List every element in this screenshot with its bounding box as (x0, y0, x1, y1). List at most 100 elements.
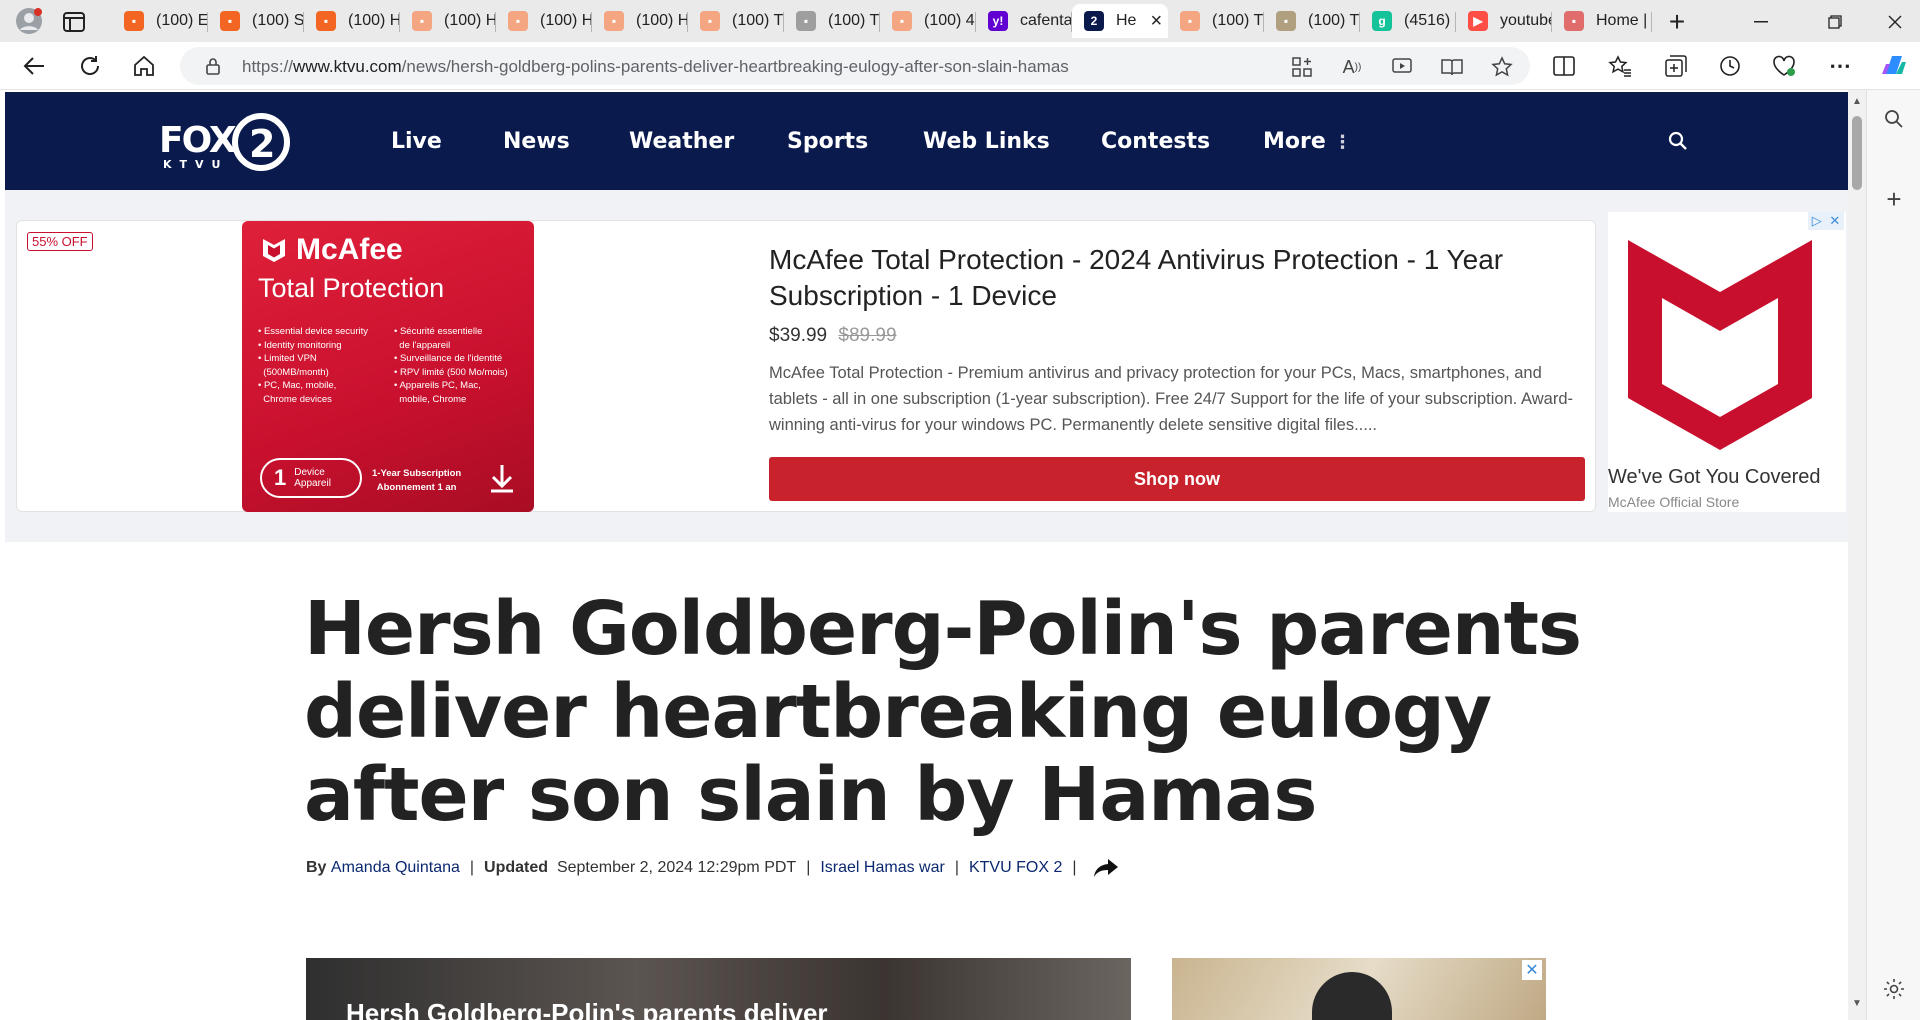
nav-more[interactable]: More ⋮ (1263, 129, 1351, 154)
settings-more-icon[interactable]: ⋯ (1826, 52, 1854, 80)
tab-label: (100) Th (828, 12, 880, 29)
refresh-icon[interactable] (74, 50, 106, 82)
browser-tab[interactable]: ▪ Home | (1552, 4, 1652, 38)
discount-badge: 55% OFF (27, 232, 93, 251)
new-tab-icon[interactable]: + (1662, 6, 1692, 37)
browser-tab[interactable]: ▪ (100) Th (1168, 4, 1264, 38)
browser-tab[interactable]: ▪ (100) Su (208, 4, 304, 38)
video-translate-icon[interactable] (1390, 55, 1414, 79)
ad-price-row: $39.99 $89.99 (769, 325, 897, 347)
edge-sidebar: + (1866, 90, 1920, 1020)
split-screen-icon[interactable] (1550, 52, 1578, 80)
scroll-up-arrow-icon[interactable]: ▲ (1850, 94, 1864, 108)
sidebar-settings-gear-icon[interactable] (1879, 974, 1909, 1004)
fox2-ktvu-logo[interactable]: FOX 2 KTVU (155, 112, 295, 172)
browser-tab[interactable]: ▪ (100) Ho (304, 4, 400, 38)
browser-tab[interactable]: ▪ (100) Th (784, 4, 880, 38)
collections-icon[interactable] (1662, 52, 1690, 80)
tab-label: (100) Th (1308, 12, 1360, 29)
browser-tab[interactable]: ▪ (100) Ho (496, 4, 592, 38)
back-icon[interactable] (18, 50, 50, 82)
browser-tab[interactable]: ▶ youtube (1456, 4, 1552, 38)
ad-product-title[interactable]: McAfee Total Protection - 2024 Antivirus… (769, 242, 1589, 314)
site-search-icon[interactable] (1665, 128, 1691, 154)
features-en: • Essential device security • Identity m… (258, 326, 368, 405)
browser-tab[interactable]: y! cafentar (976, 4, 1072, 38)
browser-tab[interactable]: ▪ (100) Th (688, 4, 784, 38)
tab-label: (100) Ho (444, 12, 496, 29)
browser-tab[interactable]: ▪ (100) Ed (112, 4, 208, 38)
minimize-icon[interactable] (1746, 8, 1776, 36)
read-aloud-icon[interactable]: A)) (1340, 55, 1364, 79)
tab-favicon-icon: ▪ (1276, 11, 1296, 31)
sidebar-ad-image[interactable]: ✕ (1172, 958, 1546, 1020)
tab-separator (1651, 12, 1652, 32)
nav-web-links[interactable]: Web Links (923, 129, 1050, 154)
scroll-down-arrow-icon[interactable]: ▼ (1850, 996, 1864, 1010)
history-icon[interactable] (1716, 52, 1744, 80)
nav-contests[interactable]: Contests (1101, 129, 1210, 154)
byline-divider: | (469, 859, 475, 876)
site-info-lock-icon[interactable] (202, 55, 224, 77)
tab-favicon-icon: ▶ (1468, 11, 1488, 31)
browser-tab[interactable]: ▪ (100) Th (1264, 4, 1360, 38)
nav-weather[interactable]: Weather (629, 129, 734, 154)
svg-text:2: 2 (249, 122, 275, 166)
tab-favicon-icon: ▪ (220, 11, 240, 31)
browser-tab[interactable]: ▪ (100) Ho (592, 4, 688, 38)
article-video-player[interactable]: Hersh Goldberg-Polin's parents deliver (306, 958, 1131, 1020)
subscription-label: 1-Year Subscription Abonnement 1 an (372, 468, 462, 493)
tab-active[interactable]: 2 He × (1072, 4, 1168, 38)
author-link[interactable]: Amanda Quintana (331, 859, 460, 877)
mcafee-product-box-image[interactable]: McAfee Total Protection • Essential devi… (242, 221, 534, 512)
tab-favicon-icon: ▪ (892, 11, 912, 31)
page-scrollbar[interactable] (1848, 90, 1866, 1020)
home-icon[interactable] (128, 50, 160, 82)
tab-label: Home | (1596, 12, 1648, 29)
address-bar[interactable]: https://www.ktvu.com/news/hersh-goldberg… (180, 47, 1530, 85)
tab-favicon-icon: y! (988, 11, 1008, 31)
tab-label: (100) 42 (924, 12, 976, 29)
tab-favicon-icon: ▪ (1180, 11, 1200, 31)
browser-tab[interactable]: ▪ (100) Ho (400, 4, 496, 38)
tab-close-icon[interactable]: × (1150, 11, 1162, 31)
nav-sports[interactable]: Sports (787, 129, 868, 154)
tab-favicon-icon: ▪ (316, 11, 336, 31)
app-available-icon[interactable] (1290, 55, 1314, 79)
tab-label: (100) Ho (636, 12, 688, 29)
sidebar-ad-close-icon[interactable]: ✕ (1522, 960, 1542, 980)
sidebar-add-icon[interactable]: + (1879, 184, 1909, 214)
browser-tab[interactable]: ▪ (100) 42 (880, 4, 976, 38)
profile-avatar-icon[interactable] (14, 6, 44, 36)
more-dots-icon: ⋮ (1333, 132, 1352, 153)
shop-now-button[interactable]: Shop now (769, 457, 1585, 501)
restore-icon[interactable] (1820, 8, 1850, 36)
tab-favicon-icon: ▪ (796, 11, 816, 31)
ad-close-icon[interactable]: ✕ (1829, 213, 1840, 229)
close-window-icon[interactable] (1880, 8, 1910, 36)
url-text: https://www.ktvu.com/news/hersh-goldberg… (242, 57, 1069, 76)
tab-actions-icon[interactable] (60, 8, 88, 36)
scrollbar-thumb[interactable] (1852, 116, 1862, 190)
favorites-icon[interactable] (1606, 52, 1634, 80)
sidebar-search-icon[interactable] (1879, 104, 1909, 134)
nav-live[interactable]: Live (391, 129, 442, 154)
immersive-reader-icon[interactable] (1440, 55, 1464, 79)
browser-essentials-icon[interactable] (1770, 52, 1798, 80)
tab-label: youtube (1500, 12, 1552, 29)
article-headline: Hersh Goldberg-Polin's parents deliver h… (304, 586, 1582, 838)
share-icon[interactable] (1093, 857, 1119, 879)
by-label: By (306, 859, 327, 876)
ad-side-panel[interactable]: ▷ ✕ We've Got You Covered McAfee Official… (1608, 212, 1846, 512)
tab-label: (100) Ed (156, 12, 208, 29)
source-link[interactable]: KTVU FOX 2 (969, 859, 1062, 877)
copilot-icon[interactable] (1878, 50, 1910, 82)
browser-tab[interactable]: g (4516) H (1360, 4, 1456, 38)
nav-news[interactable]: News (503, 129, 570, 154)
tab-label: (100) Th (1212, 12, 1264, 29)
favorite-star-icon[interactable] (1490, 55, 1514, 79)
video-caption: Hersh Goldberg-Polin's parents deliver (346, 998, 828, 1020)
tab-label: (100) Th (732, 12, 784, 29)
topic-link[interactable]: Israel Hamas war (820, 859, 944, 877)
ad-old-price: $89.99 (838, 325, 897, 346)
